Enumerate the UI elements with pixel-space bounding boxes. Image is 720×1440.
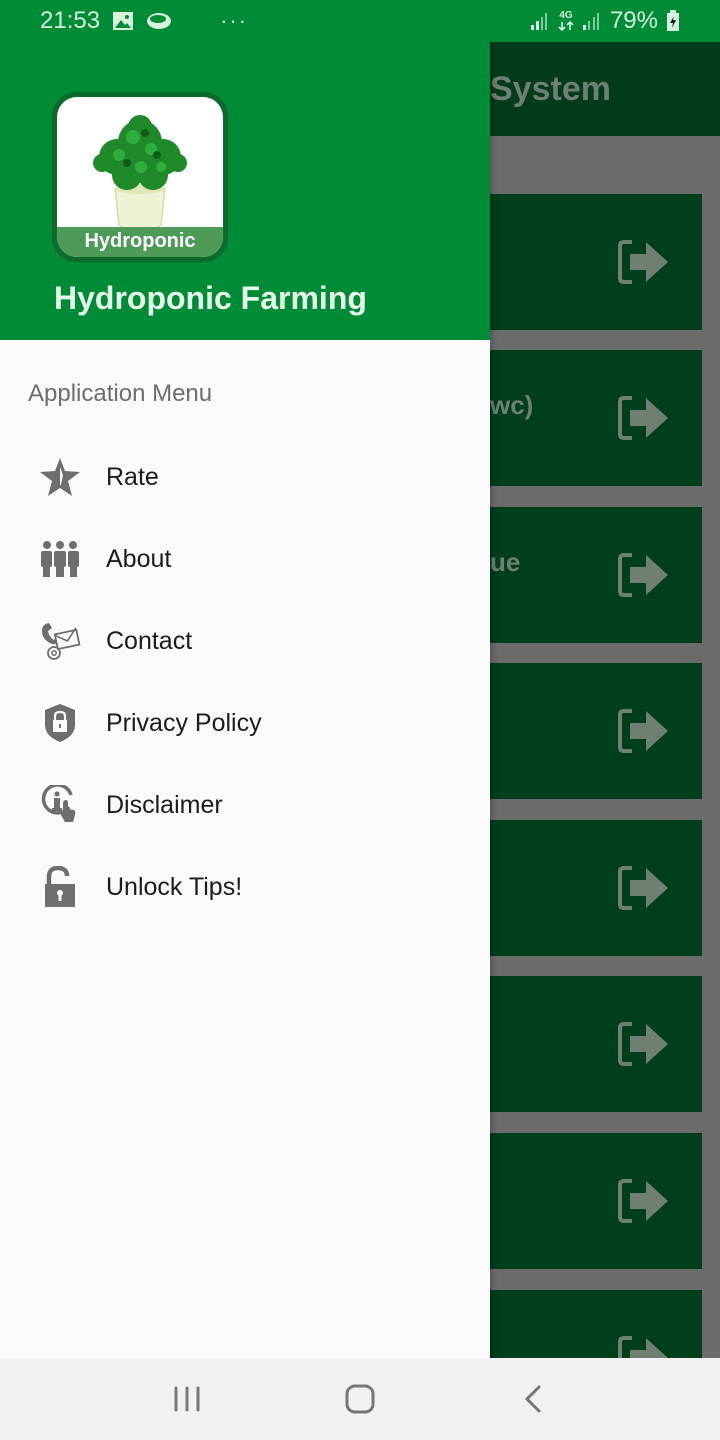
background-card-label: wc) (490, 390, 534, 420)
open-arrow-icon (618, 1022, 668, 1066)
recents-button[interactable] (147, 1369, 227, 1429)
home-button[interactable] (320, 1369, 400, 1429)
drawer-header: Hydroponic Hydroponic Farming (0, 42, 490, 340)
info-touch-icon (38, 783, 82, 827)
menu-section-title: Application Menu (28, 380, 213, 407)
logo-banner-text: Hydroponic (57, 227, 223, 257)
menu-item-disclaimer[interactable]: Disclaimer (0, 764, 490, 846)
screen: 21:53 ··· 4G 79% System wc) ue Hydroponi… (0, 0, 720, 1440)
recents-icon (174, 1386, 200, 1412)
clock: 21:53 (40, 7, 101, 34)
back-icon (525, 1385, 541, 1413)
battery-charging-icon (666, 10, 680, 32)
menu-item-label: Rate (106, 462, 159, 491)
network-type-icon: 4G (558, 11, 574, 31)
menu-list: Rate About Contact Privacy Policy Discla… (0, 436, 490, 928)
people-icon (38, 537, 82, 581)
signal-icon-2 (582, 11, 602, 31)
contact-icon (38, 619, 82, 663)
gallery-icon (112, 11, 134, 31)
menu-item-label: Unlock Tips! (106, 872, 243, 901)
open-arrow-icon (618, 553, 668, 597)
menu-item-rate[interactable]: Rate (0, 436, 490, 518)
menu-item-contact[interactable]: Contact (0, 600, 490, 682)
back-button[interactable] (493, 1369, 573, 1429)
status-bar: 21:53 ··· 4G 79% (0, 0, 720, 42)
menu-item-label: About (106, 544, 172, 573)
open-arrow-icon (618, 709, 668, 753)
menu-item-privacy-policy[interactable]: Privacy Policy (0, 682, 490, 764)
signal-icon (530, 11, 550, 31)
app-logo: Hydroponic (52, 92, 228, 262)
open-arrow-icon (618, 1179, 668, 1223)
menu-item-label: Contact (106, 626, 193, 655)
cloud-icon (146, 11, 172, 31)
open-arrow-icon (618, 240, 668, 284)
open-arrow-icon (618, 866, 668, 910)
menu-item-unlock-tips[interactable]: Unlock Tips! (0, 846, 490, 928)
background-toolbar-title: System (490, 70, 611, 108)
more-notifications-indicator: ··· (220, 8, 249, 33)
system-nav-bar (0, 1358, 720, 1440)
unlock-icon (38, 865, 82, 909)
background-card-label: ue (490, 547, 521, 577)
battery-percent: 79% (609, 7, 658, 34)
shield-lock-icon (38, 701, 82, 745)
drawer-app-title: Hydroponic Farming (54, 280, 367, 316)
menu-item-label: Disclaimer (106, 790, 223, 819)
home-icon (345, 1384, 375, 1414)
menu-item-about[interactable]: About (0, 518, 490, 600)
navigation-drawer: Hydroponic Hydroponic Farming Applicatio… (0, 42, 490, 1358)
network-type-label: 4G (559, 10, 573, 21)
star-icon (38, 455, 82, 499)
open-arrow-icon (618, 396, 668, 440)
menu-item-label: Privacy Policy (106, 708, 262, 737)
